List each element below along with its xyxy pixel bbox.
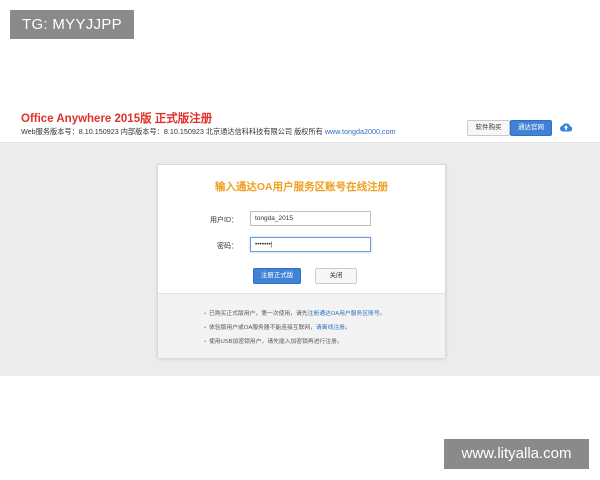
note-text: 使用USB加密锁用户，请先插入加密锁再进行注册。 — [209, 339, 343, 345]
note-text: 体验版用户或OA服务器不能连接互联网， — [209, 325, 316, 331]
note-suffix: 。 — [344, 325, 351, 331]
register-button[interactable]: 注册正式版 — [253, 268, 301, 284]
note-text: 已购买正式版用户，第一次使用，请先 — [209, 311, 308, 317]
watermark-top: TG: MYYJJPP — [10, 10, 134, 39]
offline-register-link[interactable]: 请离线注册 — [316, 325, 345, 331]
cloud-upload-icon[interactable] — [559, 121, 573, 133]
app-title: Office Anywhere 2015版 正式版注册 — [21, 113, 213, 125]
note-item: • 已购买正式版用户，第一次使用，请先注册通达OA用户服务区账号。 — [204, 308, 386, 317]
version-text: Web服务版本号：8.10.150923 内部版本号：8.10.150923 北… — [21, 127, 323, 136]
close-button[interactable]: 关闭 — [315, 268, 357, 284]
password-input[interactable]: •••••••| — [250, 237, 371, 252]
app-header: Office Anywhere 2015版 正式版注册 Web服务版本号：8.1… — [0, 100, 600, 143]
form-title: 输入通达OA用户服务区账号在线注册 — [214, 181, 389, 193]
bullet-icon: • — [204, 311, 207, 317]
official-site-link[interactable]: www.tongda2000.com — [325, 127, 396, 136]
bullet-icon: • — [204, 339, 207, 345]
note-item: • 体验版用户或OA服务器不能连接互联网，请离线注册。 — [204, 322, 351, 331]
register-account-link[interactable]: 注册通达OA用户服务区账号。 — [308, 311, 386, 317]
registration-card: 输入通达OA用户服务区账号在线注册 用户ID： tongda_2015 密码： … — [157, 164, 446, 358]
notes-panel: • 已购买正式版用户，第一次使用，请先注册通达OA用户服务区账号。 • 体验版用户或… — [158, 293, 445, 358]
buy-software-button[interactable]: 软件购买 — [467, 120, 510, 136]
note-item: • 使用USB加密锁用户，请先插入加密锁再进行注册。 — [204, 336, 343, 345]
official-site-button[interactable]: 通达官网 — [510, 120, 552, 136]
version-info: Web服务版本号：8.10.150923 内部版本号：8.10.150923 北… — [21, 127, 396, 137]
watermark-bottom: www.lityalla.com — [444, 439, 589, 469]
bullet-icon: • — [204, 325, 207, 331]
user-id-label: 用户ID： — [210, 217, 238, 224]
password-label: 密码： — [217, 243, 238, 250]
user-id-input[interactable]: tongda_2015 — [250, 211, 371, 226]
